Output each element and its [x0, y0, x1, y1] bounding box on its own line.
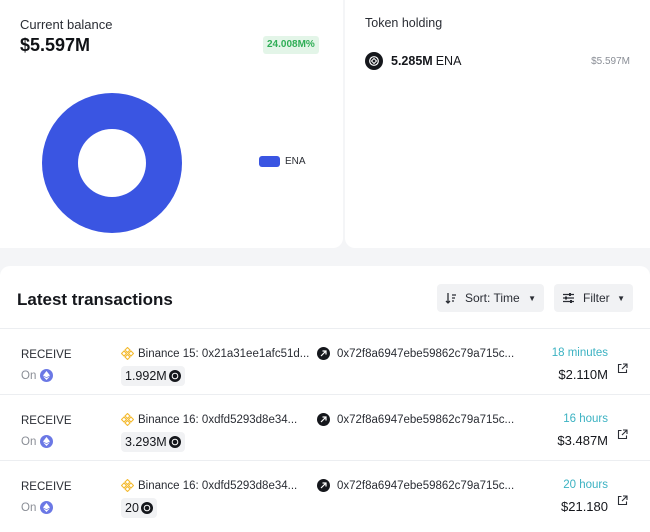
change-badge: 24.008M% — [263, 36, 319, 54]
chain-on-label: On — [21, 369, 37, 382]
transaction-type: RECEIVE — [21, 481, 72, 493]
ena-token-icon — [140, 502, 153, 514]
divider — [0, 460, 650, 461]
transaction-from-link[interactable]: Binance 15: 0x21a31ee1afc51d... — [121, 347, 309, 360]
transaction-to: 0x72f8a6947ebe59862c79a715c... — [337, 347, 515, 360]
transaction-from-link[interactable]: Binance 16: 0xdfd5293d8e34... — [121, 479, 297, 492]
binance-icon — [121, 479, 134, 492]
latest-transactions-card: Latest transactions Sort: Time ▼ Filter … — [0, 266, 650, 532]
transaction-to-link[interactable]: 0x72f8a6947ebe59862c79a715c... — [317, 479, 514, 492]
transaction-from: Binance 15: 0x21a31ee1afc51d... — [138, 347, 310, 360]
external-link-icon[interactable] — [617, 429, 628, 440]
transaction-to-link[interactable]: 0x72f8a6947ebe59862c79a715c... — [317, 347, 514, 360]
ena-token-icon — [365, 52, 383, 70]
binance-icon — [121, 347, 134, 360]
transaction-to-link[interactable]: 0x72f8a6947ebe59862c79a715c... — [317, 413, 514, 426]
sort-label: Sort: Time — [465, 291, 520, 305]
token-holding-title: Token holding — [365, 16, 443, 30]
token-holding-card: Token holding 5.285M ENA $5.597M — [345, 0, 650, 248]
transaction-amount: 3.293M — [121, 432, 185, 452]
transaction-amount: 20 — [121, 498, 157, 518]
ethereum-icon — [40, 435, 54, 448]
transaction-chain: On — [21, 369, 54, 382]
transaction-to: 0x72f8a6947ebe59862c79a715c... — [337, 479, 515, 492]
filter-icon — [563, 293, 574, 303]
holding-amount: 5.285M — [391, 54, 433, 68]
transaction-time: 18 minutes — [551, 347, 608, 359]
holding-item-ena[interactable]: 5.285M ENA $5.597M — [365, 50, 630, 72]
chain-on-label: On — [21, 501, 37, 514]
transaction-chain: On — [21, 501, 54, 514]
transaction-usd-value: $21.180 — [561, 499, 608, 514]
filter-button[interactable]: Filter ▼ — [554, 284, 633, 312]
filter-label: Filter — [583, 291, 610, 305]
transaction-amount-value: 1.992M — [125, 369, 167, 383]
holding-usd-value: $5.597M — [591, 55, 630, 67]
chevron-down-icon: ▼ — [528, 293, 536, 303]
divider — [0, 328, 650, 329]
ethereum-icon — [40, 369, 54, 382]
transaction-from: Binance 16: 0xdfd5293d8e34... — [138, 479, 298, 492]
transaction-amount-value: 3.293M — [125, 435, 167, 449]
transactions-title: Latest transactions — [17, 290, 173, 309]
ena-token-icon — [168, 436, 181, 448]
chart-legend: ENA — [259, 156, 306, 167]
transaction-type: RECEIVE — [21, 349, 72, 361]
transaction-type: RECEIVE — [21, 415, 72, 427]
legend-label-ena: ENA — [285, 156, 306, 167]
binance-icon — [121, 413, 134, 426]
transaction-from: Binance 16: 0xdfd5293d8e34... — [138, 413, 298, 426]
chevron-down-icon: ▼ — [617, 293, 625, 303]
sort-button[interactable]: Sort: Time ▼ — [437, 284, 544, 312]
donut-hole — [78, 129, 146, 197]
holding-symbol: ENA — [435, 54, 462, 68]
chain-on-label: On — [21, 435, 37, 448]
divider — [0, 394, 650, 395]
balance-value: $5.597M — [20, 35, 91, 55]
external-link-icon[interactable] — [617, 363, 628, 374]
sort-icon — [445, 293, 456, 304]
transaction-time: 16 hours — [563, 413, 608, 425]
external-link-icon[interactable] — [617, 495, 628, 506]
transaction-usd-value: $3.487M — [557, 433, 608, 448]
ethereum-icon — [40, 501, 54, 514]
legend-swatch-ena — [259, 156, 280, 167]
transaction-amount: 1.992M — [121, 366, 185, 386]
arrow-up-right-icon — [317, 479, 330, 492]
arrow-up-right-icon — [317, 413, 330, 426]
balance-card: Current balance $5.597M 24.008M% ENA — [0, 0, 343, 248]
transaction-row: RECEIVE On Binance 16: 0xdfd5293d8e34...… — [0, 470, 650, 532]
donut-chart — [42, 93, 182, 233]
transaction-chain: On — [21, 435, 54, 448]
transaction-from-link[interactable]: Binance 16: 0xdfd5293d8e34... — [121, 413, 297, 426]
transaction-amount-value: 20 — [125, 501, 139, 515]
transaction-to: 0x72f8a6947ebe59862c79a715c... — [337, 413, 515, 426]
transaction-time: 20 hours — [563, 479, 608, 491]
arrow-up-right-icon — [317, 347, 330, 360]
transaction-usd-value: $2.110M — [558, 367, 608, 382]
ena-token-icon — [168, 370, 181, 382]
balance-label: Current balance — [20, 17, 113, 32]
